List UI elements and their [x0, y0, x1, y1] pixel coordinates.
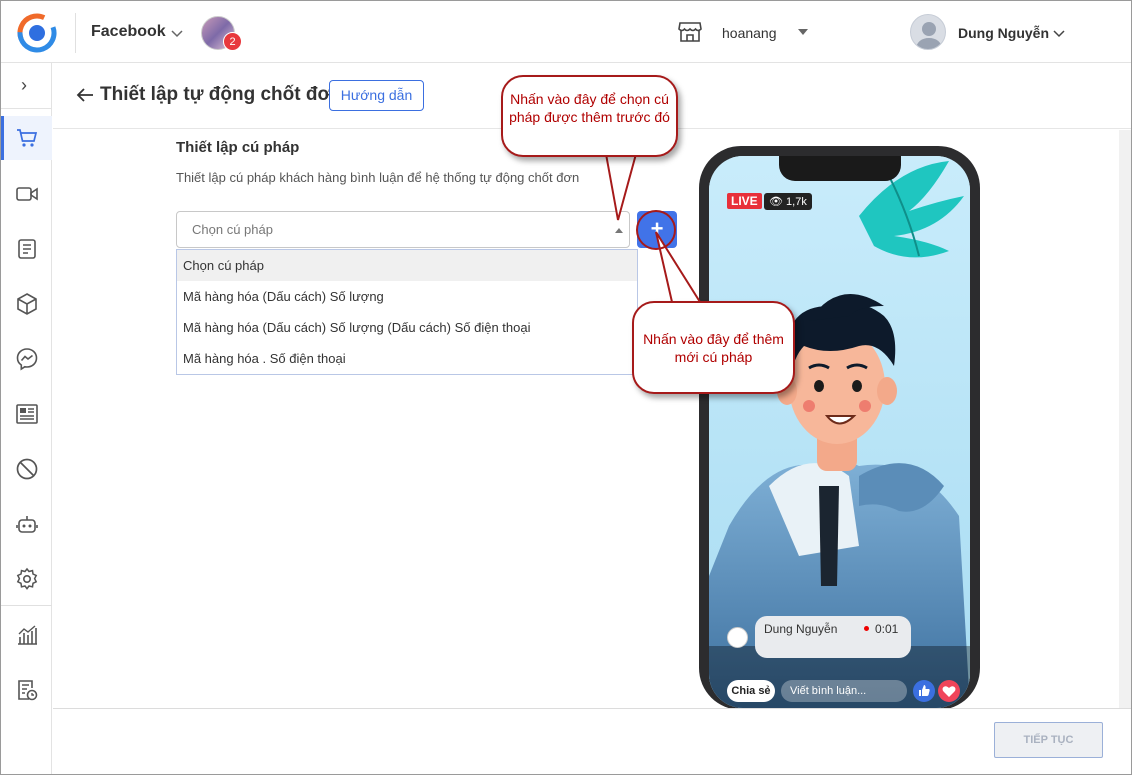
chevron-down-icon[interactable]: [1053, 27, 1065, 39]
sidebar-item-history[interactable]: [1, 668, 52, 712]
viewer-count-value: 1,7k: [786, 196, 807, 208]
store-icon: [678, 22, 702, 42]
video-icon: [16, 187, 38, 201]
user-name[interactable]: Dung Nguyễn: [958, 25, 1049, 41]
gear-icon: [16, 567, 38, 590]
messenger-icon: [16, 348, 38, 371]
section-description: Thiết lập cú pháp khách hàng bình luận đ…: [176, 170, 580, 185]
block-icon: [16, 458, 38, 480]
user-avatar[interactable]: [910, 14, 946, 50]
callout-select-hint: Nhấn vào đây để chọn cú pháp được thêm t…: [501, 75, 678, 157]
dropdown-option[interactable]: Mã hàng hóa (Dấu cách) Số lượng: [177, 281, 637, 312]
sidebar-divider: [1, 605, 52, 606]
dropdown-option[interactable]: Mã hàng hóa (Dấu cách) Số lượng (Dấu các…: [177, 312, 637, 343]
sidebar-item-blocklist[interactable]: [1, 447, 52, 491]
comment-bubble: Dung Nguyễn 0:01: [755, 616, 911, 658]
document-icon: [18, 239, 36, 259]
footer-bar: TIẾP TỤC: [53, 708, 1131, 774]
comment-avatar: [727, 627, 748, 648]
recording-dot-icon: [864, 626, 869, 631]
sidebar-item-orders[interactable]: [1, 116, 52, 160]
dropdown-option[interactable]: Mã hàng hóa . Số điện thoại: [177, 343, 637, 374]
syntax-dropdown: Chọn cú pháp Mã hàng hóa (Dấu cách) Số l…: [176, 249, 638, 375]
comment-input: Viết bình luận...: [781, 680, 907, 702]
sidebar-item-customers[interactable]: [1, 392, 52, 436]
callout-add-hint: Nhấn vào đây để thêm mới cú pháp: [632, 301, 795, 394]
syntax-select[interactable]: Chọn cú pháp: [176, 211, 630, 248]
chevron-right-icon: ›: [21, 75, 27, 95]
sidebar-item-live-video[interactable]: [1, 172, 52, 216]
chevron-down-icon[interactable]: [171, 27, 183, 39]
back-arrow-icon[interactable]: [75, 85, 95, 105]
store-name[interactable]: hoanang: [722, 25, 777, 41]
like-icon: [913, 680, 935, 702]
app-logo[interactable]: [17, 13, 57, 53]
bot-icon: [16, 516, 38, 533]
sidebar: ›: [1, 63, 52, 774]
report-clock-icon: [18, 680, 38, 701]
channel-selector[interactable]: Facebook: [91, 23, 166, 41]
store-dropdown-caret-icon[interactable]: [798, 29, 808, 35]
page-title: Thiết lập tự động chốt đơn: [100, 84, 343, 105]
notification-badge: 2: [223, 32, 242, 51]
user-silhouette-icon: [915, 22, 943, 49]
sidebar-item-posts[interactable]: [1, 227, 52, 271]
sidebar-item-products[interactable]: [1, 282, 52, 326]
scrollbar[interactable]: [1119, 130, 1131, 708]
add-syntax-button[interactable]: +: [637, 211, 677, 248]
eye-icon: 👁: [769, 196, 783, 208]
box-icon: [17, 293, 37, 315]
cart-icon: [17, 129, 38, 147]
chart-icon: [18, 625, 37, 645]
sidebar-item-bot[interactable]: [1, 502, 52, 546]
phone-notch: [779, 156, 901, 181]
heart-icon: [938, 680, 960, 702]
share-button: Chia sẻ: [727, 680, 775, 702]
phone-preview: LIVE 👁 1,7k Dung Nguyễn 0:01 Chia sẻ Viế…: [699, 146, 980, 710]
comment-author: Dung Nguyễn: [764, 622, 838, 636]
caret-up-icon: [615, 228, 623, 233]
next-button[interactable]: TIẾP TỤC: [994, 722, 1103, 758]
section-title: Thiết lập cú pháp: [176, 139, 300, 156]
comment-time: 0:01: [875, 622, 899, 636]
phone-screen: LIVE 👁 1,7k Dung Nguyễn 0:01 Chia sẻ Viế…: [709, 156, 970, 708]
sidebar-item-messages[interactable]: [1, 337, 52, 381]
syntax-select-placeholder: Chọn cú pháp: [192, 222, 273, 237]
sidebar-item-settings[interactable]: [1, 557, 52, 601]
dropdown-option[interactable]: Chọn cú pháp: [177, 250, 637, 281]
guide-button[interactable]: Hướng dẫn: [329, 80, 424, 111]
sidebar-item-statistics[interactable]: [1, 613, 52, 657]
live-badge: LIVE: [727, 193, 762, 209]
sidebar-collapse-button[interactable]: ›: [1, 63, 52, 109]
topbar-divider: [75, 13, 76, 53]
top-bar: Facebook 2 hoanang Dung Nguyễn: [1, 1, 1131, 63]
viewer-count: 👁 1,7k: [764, 193, 812, 210]
profile-card-icon: [16, 404, 38, 424]
